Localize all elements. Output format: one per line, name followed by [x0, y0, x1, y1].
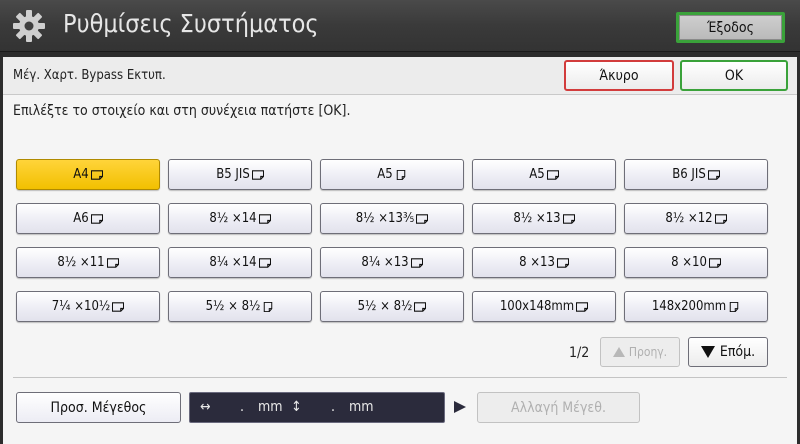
paper-size-button[interactable]: 7¼ ×10½ [16, 291, 160, 322]
paper-size-label: 100x148mm [499, 299, 575, 314]
landscape-orientation-icon [106, 257, 119, 268]
page-indicator: 1/2 [569, 345, 590, 361]
vertical-unit: mm [349, 399, 374, 415]
exit-button[interactable]: Έξοδος [676, 12, 785, 43]
paper-size-button[interactable]: B5 JIS [168, 159, 312, 190]
next-page-button[interactable]: Επόμ. [688, 337, 768, 367]
paper-size-label: B6 JIS [672, 167, 706, 182]
paper-size-label: 8¼ ×14 [209, 255, 257, 270]
landscape-orientation-icon [546, 169, 559, 180]
paper-size-label: 8½ ×11 [57, 255, 105, 270]
landscape-orientation-icon [90, 213, 103, 224]
paper-size-label: 8½ ×14 [209, 211, 257, 226]
landscape-orientation-icon [714, 213, 727, 224]
paper-size-button[interactable]: B6 JIS [624, 159, 768, 190]
paper-size-label: B5 JIS [216, 167, 250, 182]
paper-size-button[interactable]: 8 ×10 [624, 247, 768, 278]
paper-size-label: A5 [529, 167, 545, 182]
landscape-orientation-icon [410, 257, 423, 268]
paper-size-label: 8¼ ×13 [361, 255, 409, 270]
paper-size-button[interactable]: 5½ × 8½ [168, 291, 312, 322]
paper-size-button[interactable]: 148x200mm [624, 291, 768, 322]
paper-size-label: 8½ ×13 [513, 211, 561, 226]
paper-size-label: 5½ × 8½ [205, 299, 261, 314]
portrait-orientation-icon [396, 169, 405, 180]
paper-size-label: 7¼ ×10½ [51, 299, 111, 314]
horizontal-unit: mm [258, 399, 283, 415]
landscape-orientation-icon [576, 301, 589, 312]
setting-title: Μέγ. Χαρτ. Bypass Εκτυπ. [13, 68, 166, 83]
paper-size-label: A5 [377, 167, 393, 182]
landscape-orientation-icon [708, 257, 721, 268]
paper-size-button[interactable]: 8 ×13 [472, 247, 616, 278]
paper-size-button[interactable]: 8¼ ×14 [168, 247, 312, 278]
page-title: Ρυθμίσεις Συστήματος [63, 9, 319, 38]
paper-size-label: 8 ×10 [671, 255, 707, 270]
horizontal-arrow-icon: ↔ [200, 399, 211, 415]
portrait-orientation-icon [264, 301, 273, 312]
paper-size-label: 8½ ×13⅗ [355, 211, 415, 226]
vertical-value: . [331, 399, 335, 415]
paper-size-button[interactable]: 8½ ×13 [472, 203, 616, 234]
landscape-orientation-icon [707, 169, 720, 180]
landscape-orientation-icon [562, 213, 575, 224]
next-label: Επόμ. [719, 344, 756, 360]
up-triangle-icon [612, 347, 625, 357]
cancel-button[interactable]: Άκυρο [564, 60, 674, 91]
paper-size-label: A6 [73, 211, 89, 226]
ok-button[interactable]: OK [680, 60, 788, 91]
paper-size-label: 8 ×13 [519, 255, 555, 270]
landscape-orientation-icon [556, 257, 569, 268]
paper-size-button[interactable]: 8½ ×11 [16, 247, 160, 278]
paper-size-button[interactable]: 8½ ×12 [624, 203, 768, 234]
paper-size-button[interactable]: A6 [16, 203, 160, 234]
portrait-orientation-icon [729, 301, 739, 312]
custom-size-display: ↔ . mm ↕ . mm [189, 392, 445, 423]
paper-size-button[interactable]: 8¼ ×13 [320, 247, 464, 278]
landscape-orientation-icon [251, 169, 264, 180]
landscape-orientation-icon [112, 301, 125, 312]
paper-size-button[interactable]: 5½ × 8½ [320, 291, 464, 322]
divider [13, 377, 787, 378]
paper-size-label: 8½ ×12 [665, 211, 713, 226]
landscape-orientation-icon [258, 257, 271, 268]
paper-size-button[interactable]: 8½ ×13⅗ [320, 203, 464, 234]
vertical-arrow-icon: ↕ [291, 399, 302, 415]
paper-size-button[interactable]: A5 [320, 159, 464, 190]
paper-size-button[interactable]: 100x148mm [472, 291, 616, 322]
paper-size-label: A4 [73, 167, 89, 182]
right-arrow-icon [454, 401, 466, 413]
previous-page-button[interactable]: Προηγ. [600, 337, 680, 367]
change-size-button[interactable]: Αλλαγή Μέγεθ. [477, 392, 640, 423]
down-triangle-icon [700, 346, 715, 358]
main-panel: Μέγ. Χαρτ. Bypass Εκτυπ. Άκυρο OK Επιλέξ… [3, 57, 797, 444]
title-bar: Ρυθμίσεις Συστήματος Έξοδος [0, 0, 800, 52]
landscape-orientation-icon [416, 213, 429, 224]
paper-size-label: 148x200mm [651, 299, 727, 314]
landscape-orientation-icon [414, 301, 427, 312]
paper-size-button[interactable]: A5 [472, 159, 616, 190]
paper-size-button[interactable]: 8½ ×14 [168, 203, 312, 234]
instruction-text: Επιλέξτε το στοιχείο και στη συνέχεια πα… [13, 103, 351, 119]
previous-label: Προηγ. [628, 345, 668, 359]
settings-gear-icon [13, 10, 45, 42]
landscape-orientation-icon [258, 213, 271, 224]
custom-size-button[interactable]: Προσ. Μέγεθος [16, 392, 181, 423]
horizontal-value: . [240, 399, 244, 415]
sub-header: Μέγ. Χαρτ. Bypass Εκτυπ. Άκυρο OK [3, 57, 797, 95]
paper-size-label: 5½ × 8½ [357, 299, 413, 314]
landscape-orientation-icon [90, 169, 103, 180]
paper-size-button[interactable]: A4 [16, 159, 160, 190]
